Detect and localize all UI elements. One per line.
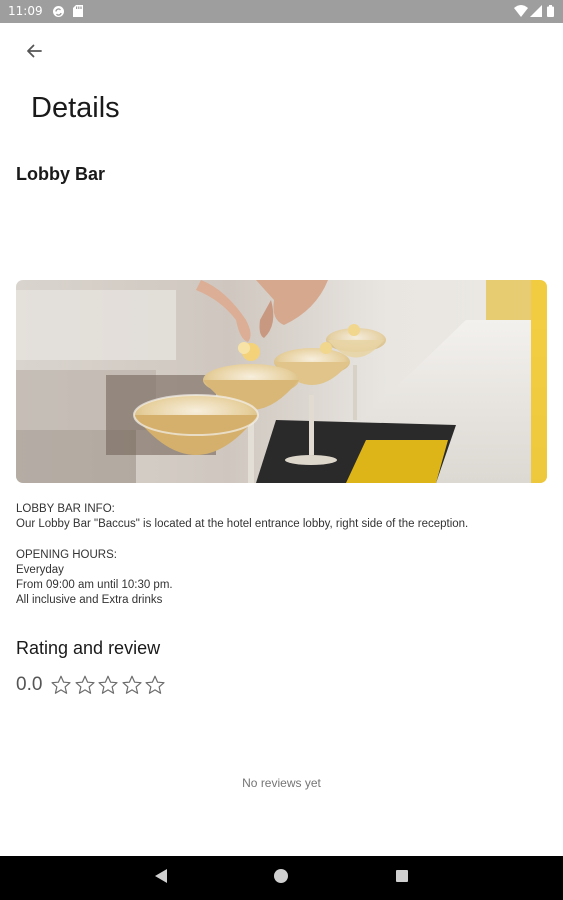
nav-back-button[interactable] bbox=[151, 868, 171, 888]
star-icon-2[interactable] bbox=[74, 674, 96, 696]
sync-icon bbox=[52, 5, 65, 21]
nav-home-button[interactable] bbox=[271, 868, 291, 888]
rating-heading: Rating and review bbox=[16, 638, 161, 658]
app-bar bbox=[0, 23, 563, 83]
home-circle-icon bbox=[273, 868, 289, 889]
status-bar: 11:09 bbox=[0, 0, 563, 23]
nav-recents-button[interactable] bbox=[392, 868, 412, 888]
system-nav-bar bbox=[0, 856, 563, 900]
signal-icon bbox=[530, 5, 542, 20]
star-icon-1[interactable] bbox=[50, 674, 72, 696]
back-triangle-icon bbox=[154, 868, 168, 889]
venue-photo bbox=[16, 280, 547, 483]
wifi-icon bbox=[514, 5, 528, 20]
battery-icon bbox=[547, 5, 554, 20]
venue-name: Lobby Bar bbox=[16, 164, 106, 184]
hours-note: All inclusive and Extra drinks bbox=[16, 594, 163, 607]
page-title: Details bbox=[31, 92, 120, 124]
status-time: 11:09 bbox=[8, 4, 43, 18]
info-text: Our Lobby Bar "Baccus" is located at the… bbox=[16, 518, 469, 531]
rating-row: 0.0 bbox=[16, 673, 168, 697]
star-icon-4[interactable] bbox=[121, 674, 143, 696]
star-icon-5[interactable] bbox=[144, 674, 166, 696]
hours-time: From 09:00 am until 10:30 pm. bbox=[16, 579, 173, 592]
info-heading: LOBBY BAR INFO: bbox=[16, 503, 115, 515]
rating-value: 0.0 bbox=[16, 674, 43, 695]
star-icon-3[interactable] bbox=[97, 674, 119, 696]
arrow-back-icon bbox=[25, 42, 43, 65]
sd-card-icon bbox=[73, 5, 83, 20]
hours-days: Everyday bbox=[16, 563, 64, 576]
recents-square-icon bbox=[395, 869, 409, 888]
back-button[interactable] bbox=[18, 37, 50, 69]
venue-description: LOBBY BAR INFO: Our Lobby Bar "Baccus" i… bbox=[16, 502, 546, 609]
no-reviews-text: No reviews yet bbox=[242, 776, 321, 790]
hours-heading: OPENING HOURS: bbox=[16, 548, 117, 561]
